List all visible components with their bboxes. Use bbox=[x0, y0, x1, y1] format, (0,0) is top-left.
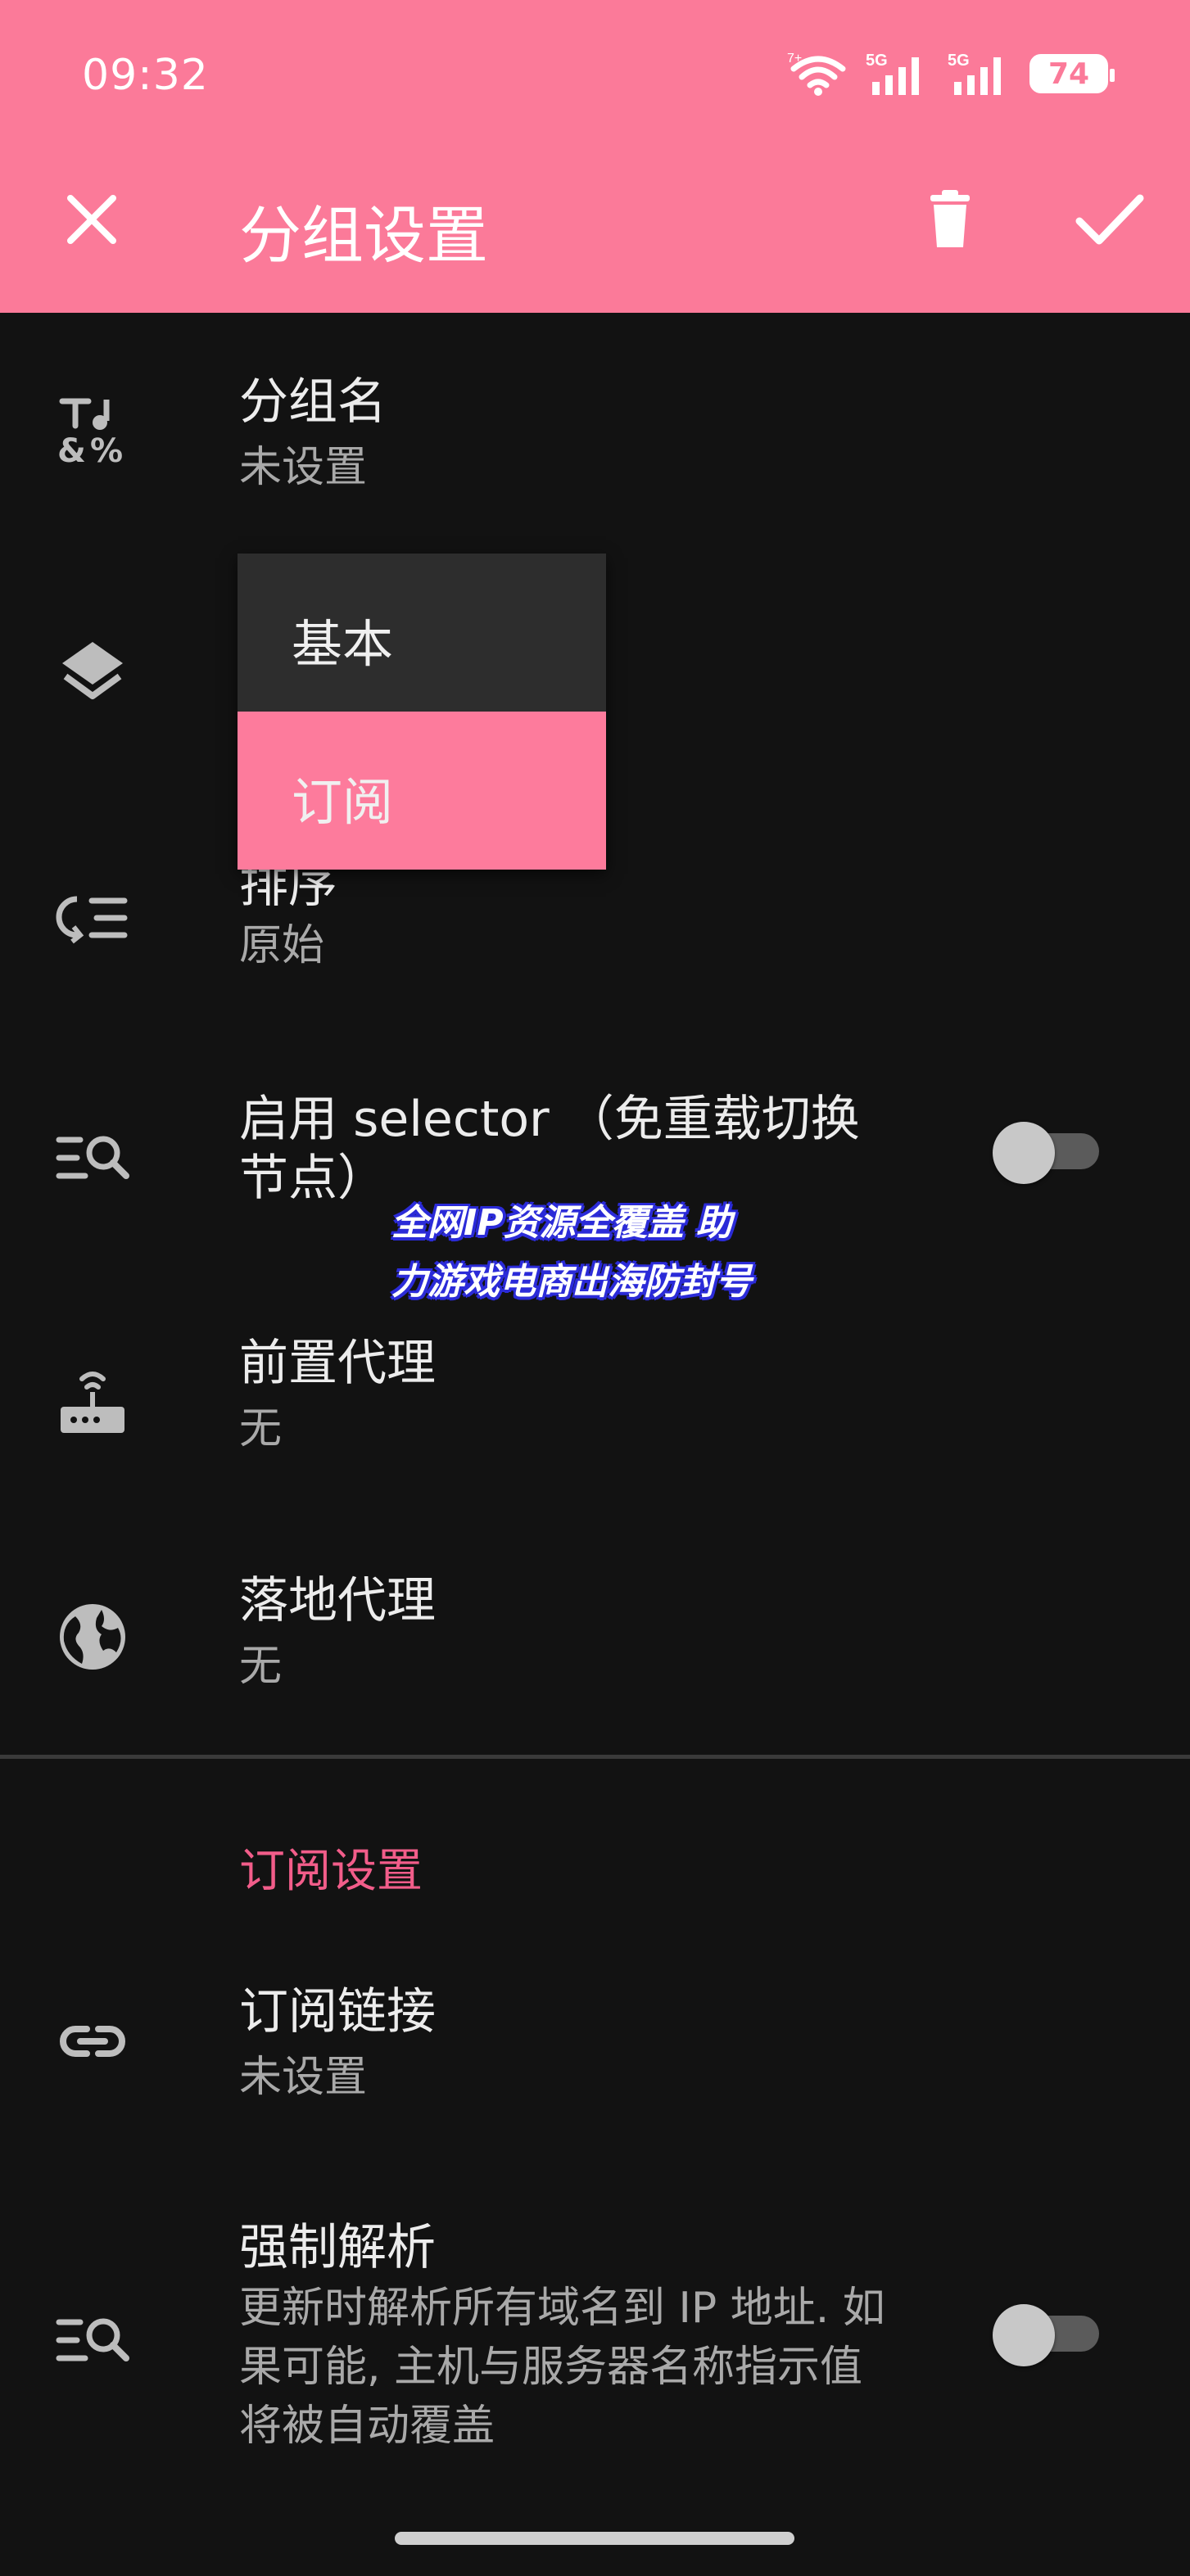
battery-indicator: 74 bbox=[1029, 54, 1115, 93]
signal-icon-2: 5G bbox=[948, 52, 1001, 95]
force-resolve-title: 强制解析 bbox=[239, 2219, 436, 2276]
group-name-row[interactable]: & % 分组名 未设置 bbox=[0, 313, 1190, 509]
selector-toggle[interactable] bbox=[993, 1122, 1102, 1184]
dropdown-option-label: 订阅 bbox=[292, 772, 394, 832]
selector-title-line2: 节点） bbox=[239, 1150, 387, 1207]
front-proxy-row[interactable]: 前置代理 无 bbox=[0, 1310, 1190, 1507]
music-note-percent-icon: & % bbox=[57, 398, 123, 467]
force-resolve-toggle[interactable] bbox=[993, 2304, 1102, 2366]
front-proxy-value: 无 bbox=[239, 1404, 283, 1453]
dropdown-option-basic[interactable]: 基本 bbox=[238, 554, 606, 712]
toggle-thumb bbox=[993, 1122, 1055, 1184]
toggle-thumb bbox=[993, 2304, 1055, 2366]
check-icon[interactable] bbox=[1073, 187, 1147, 252]
subscription-link-value: 未设置 bbox=[239, 2053, 368, 2102]
front-proxy-title: 前置代理 bbox=[239, 1335, 436, 1392]
force-resolve-row[interactable]: 强制解析 更新时解析所有域名到 IP 地址. 如 果可能, 主机与服务器名称指示… bbox=[0, 2203, 1190, 2481]
sort-icon bbox=[56, 896, 128, 944]
landing-proxy-row[interactable]: 落地代理 无 bbox=[0, 1548, 1190, 1744]
group-type-dropdown: 基本 订阅 bbox=[238, 554, 606, 870]
signal-icon: 5G bbox=[866, 52, 919, 95]
landing-proxy-value: 无 bbox=[239, 1642, 283, 1691]
router-icon bbox=[61, 1372, 124, 1433]
layers-icon bbox=[62, 642, 123, 699]
svg-text:%: % bbox=[90, 432, 123, 467]
group-name-value: 未设置 bbox=[239, 443, 368, 492]
overlay-ad-text: 全网IP资源全覆盖 助 力游戏电商出海防封号 bbox=[391, 1194, 817, 1312]
landing-proxy-title: 落地代理 bbox=[239, 1572, 436, 1629]
status-time: 09:32 bbox=[82, 51, 209, 100]
overlay-line1: 全网IP资源全覆盖 助 bbox=[391, 1202, 732, 1244]
group-name-title: 分组名 bbox=[239, 373, 387, 431]
dropdown-option-subscription[interactable]: 订阅 bbox=[238, 712, 606, 870]
selector-title-line1: 启用 selector （免重载切换 bbox=[239, 1091, 860, 1148]
sort-value: 原始 bbox=[239, 921, 325, 970]
section-header: 订阅设置 bbox=[239, 1845, 423, 1898]
home-indicator[interactable] bbox=[395, 2532, 794, 2545]
search-list-icon bbox=[56, 2318, 129, 2361]
globe-icon bbox=[60, 1604, 125, 1670]
signal-label-2: 5G bbox=[948, 52, 970, 70]
app-header: 09:32 7+ 5G 5G 74 分组设置 bbox=[0, 0, 1190, 313]
subscription-link-row[interactable]: 订阅链接 未设置 bbox=[0, 1949, 1190, 2145]
page-title: 分组设置 bbox=[239, 199, 488, 272]
search-list-icon bbox=[56, 1136, 129, 1179]
wifi-label: 7+ bbox=[787, 52, 802, 66]
wifi-icon: 7+ bbox=[787, 52, 846, 96]
overlay-line2: 力游戏电商出海防封号 bbox=[391, 1261, 752, 1303]
force-resolve-desc-line1: 更新时解析所有域名到 IP 地址. 如 bbox=[239, 2284, 885, 2333]
link-icon bbox=[60, 2026, 125, 2057]
status-icons: 7+ 5G 5G 74 bbox=[787, 49, 1115, 98]
signal-label: 5G bbox=[866, 52, 888, 70]
force-resolve-desc-line3: 将被自动覆盖 bbox=[239, 2402, 495, 2451]
force-resolve-desc-line2: 果可能, 主机与服务器名称指示值 bbox=[239, 2343, 863, 2392]
delete-icon[interactable] bbox=[917, 187, 983, 252]
svg-text:&: & bbox=[57, 432, 86, 467]
section-divider bbox=[0, 1755, 1190, 1759]
subscription-link-title: 订阅链接 bbox=[239, 1983, 436, 2040]
close-icon[interactable] bbox=[59, 187, 124, 252]
dropdown-option-label: 基本 bbox=[292, 614, 394, 674]
